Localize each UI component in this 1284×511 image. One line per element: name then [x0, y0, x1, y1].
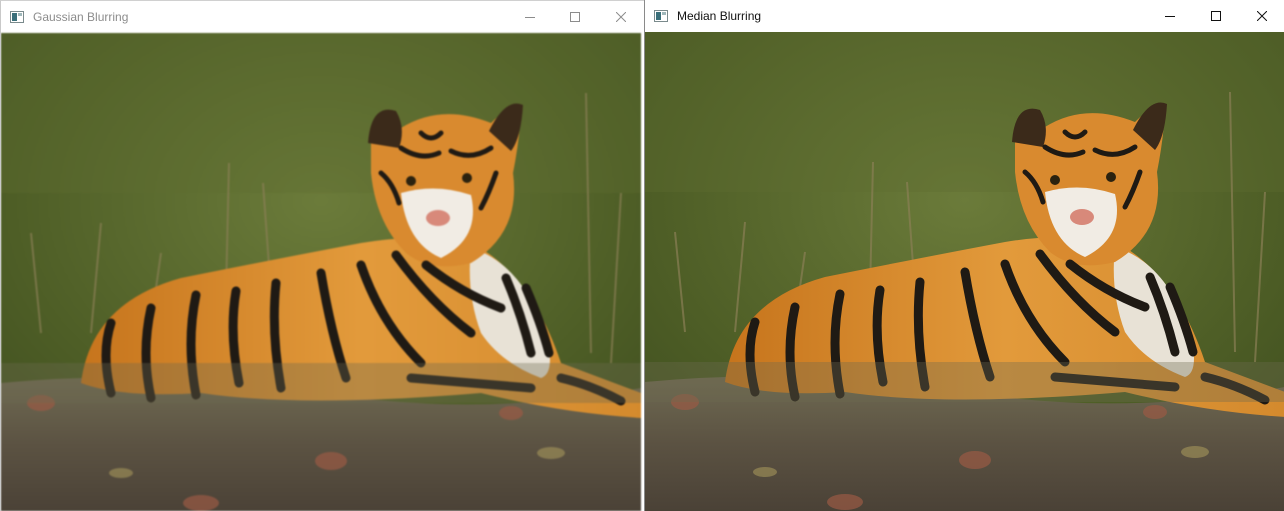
maximize-icon [570, 12, 580, 22]
app-icon [10, 11, 24, 23]
tiger-photo [1, 33, 641, 511]
tiger-photo [645, 32, 1284, 511]
close-icon [1257, 11, 1267, 21]
close-button[interactable] [598, 1, 644, 33]
image-canvas [645, 32, 1284, 511]
minimize-button[interactable] [507, 1, 553, 33]
minimize-icon [525, 17, 535, 18]
minimize-button[interactable] [1147, 0, 1193, 32]
minimize-icon [1165, 16, 1175, 17]
app-icon [654, 10, 668, 22]
maximize-icon [1211, 11, 1221, 21]
close-icon [616, 12, 626, 22]
median-window[interactable]: Median Blurring [644, 0, 1284, 511]
titlebar[interactable]: Gaussian Blurring [1, 1, 644, 33]
maximize-button[interactable] [1193, 0, 1239, 32]
close-button[interactable] [1239, 0, 1284, 32]
image-canvas [1, 33, 644, 511]
window-title: Median Blurring [677, 9, 762, 23]
window-title: Gaussian Blurring [33, 10, 129, 24]
titlebar[interactable]: Median Blurring [645, 0, 1284, 32]
maximize-button[interactable] [552, 1, 598, 33]
gaussian-window[interactable]: Gaussian Blurring [0, 0, 644, 511]
